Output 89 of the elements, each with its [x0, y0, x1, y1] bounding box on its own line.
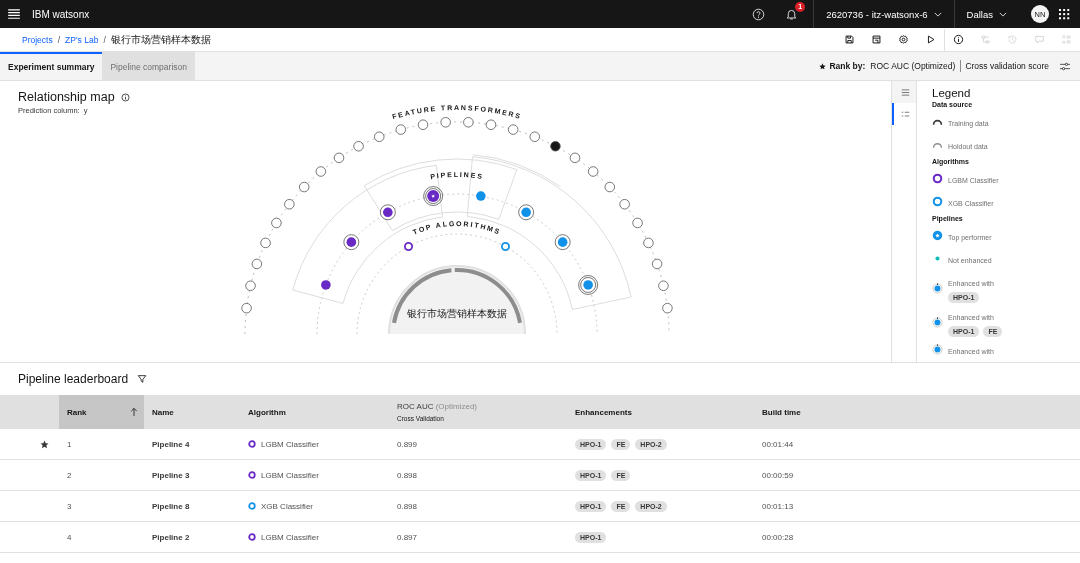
column-header[interactable]: Build time	[754, 395, 1080, 429]
transformer-node	[333, 152, 345, 164]
adjust-icon[interactable]	[1060, 61, 1070, 71]
algorithm-cell: XGB Classifier	[261, 501, 313, 511]
score-cell: 0.899	[397, 439, 418, 449]
transformer-node	[651, 258, 663, 270]
chevron-down-icon	[999, 11, 1007, 17]
section-title: Pipeline leaderboard	[18, 372, 129, 386]
legend-top-icon	[932, 229, 943, 241]
legend-enhanced-icon	[932, 316, 943, 328]
account-switcher[interactable]: 2620736 - itz-watsonx-6	[813, 0, 954, 28]
pipeline-name[interactable]: Pipeline 8	[152, 501, 190, 511]
menu-icon[interactable]	[8, 9, 20, 19]
transformer-node	[315, 166, 327, 177]
score-cell: 0.898	[397, 501, 418, 511]
transformer-node	[485, 119, 497, 130]
score-cell: 0.898	[397, 470, 418, 480]
algorithm-cell: LGBM Classifier	[261, 532, 319, 542]
algorithm-cell: LGBM Classifier	[261, 439, 319, 449]
breadcrumb-link[interactable]: ZP's Lab	[65, 34, 99, 45]
transformer-node	[271, 217, 282, 229]
transformer-node	[395, 124, 406, 135]
rank-metric: ROC AUC (Optimized)	[870, 61, 956, 71]
breadcrumb-current: 银行市场营销样本数据	[110, 32, 211, 47]
score-cell: 0.897	[397, 532, 418, 542]
bullet-list-icon	[900, 109, 910, 119]
breadcrumb-separator: /	[57, 34, 61, 45]
algorithm-cell: LGBM Classifier	[261, 470, 319, 480]
dataset-label: 银行市场营销样本数据	[407, 308, 507, 319]
transformer-node	[550, 141, 561, 152]
transformer-node	[658, 280, 669, 291]
sort-arrow-icon	[130, 407, 138, 417]
legend-xgb-icon	[932, 195, 943, 207]
section-title: Relationship map	[18, 90, 115, 104]
legend-title: Legend	[932, 87, 972, 99]
rank-cell: 3	[67, 501, 72, 511]
build-time-cell: 00:00:28	[762, 532, 794, 542]
transformer-node	[619, 199, 630, 210]
column-header[interactable]: Algorithm	[240, 395, 389, 429]
transformer-node	[245, 280, 256, 291]
transformer-node	[251, 258, 263, 270]
star-icon	[819, 62, 827, 70]
rank-cell: 2	[67, 470, 72, 480]
transformer-node	[374, 131, 385, 142]
tab[interactable]: Pipeline comparison	[102, 52, 195, 80]
transformer-node	[529, 131, 540, 142]
transformer-node	[241, 302, 252, 314]
help-icon[interactable]	[752, 7, 766, 21]
legend-enhanced-icon	[932, 282, 943, 294]
rank-by-label: Rank by:	[829, 61, 866, 71]
pipeline-name[interactable]: Pipeline 2	[152, 532, 190, 542]
legend-enhanced-icon	[932, 343, 943, 355]
region-switcher[interactable]: Dallas	[953, 0, 1019, 28]
transformer-node	[604, 181, 615, 193]
app-switcher-icon[interactable]	[1059, 8, 1070, 20]
transformer-node	[299, 181, 310, 193]
transformer-node	[417, 119, 429, 130]
column-header[interactable]: Enhancements	[567, 395, 754, 429]
transformer-node	[662, 302, 673, 314]
list-icon	[900, 87, 910, 97]
rank-score-type: Cross validation score	[965, 61, 1049, 71]
transformer-node	[284, 199, 295, 210]
breadcrumb-link[interactable]: Projects	[22, 34, 53, 45]
transformer-node	[569, 152, 581, 164]
transformer-node	[632, 217, 643, 229]
pipeline-name[interactable]: Pipeline 4	[152, 439, 190, 449]
filter-icon[interactable]	[137, 374, 148, 384]
transformer-node	[587, 166, 599, 177]
build-time-cell: 00:01:44	[762, 439, 794, 449]
breadcrumb-separator: /	[103, 34, 106, 45]
build-time-cell: 00:00:59	[762, 470, 794, 480]
rank-cell: 1	[67, 439, 72, 449]
transformer-node	[643, 237, 654, 249]
brand-name[interactable]: IBM watsonx	[32, 8, 90, 20]
column-header[interactable]: ROC AUC (Optimized)	[397, 402, 477, 411]
transformer-node	[463, 117, 474, 128]
info-icon[interactable]	[120, 92, 130, 102]
transformer-node	[353, 141, 364, 152]
column-header[interactable]: Rank	[59, 395, 144, 429]
legend-lgbm-icon	[932, 172, 943, 184]
transformer-node	[440, 117, 451, 128]
chevron-down-icon	[933, 11, 942, 17]
build-time-cell: 00:01:13	[762, 501, 794, 511]
notification-icon[interactable]	[785, 7, 799, 21]
pipeline-name[interactable]: Pipeline 3	[152, 470, 190, 480]
transformer-node	[508, 124, 519, 135]
transformer-node	[260, 237, 271, 249]
rank-cell: 4	[67, 532, 72, 542]
column-header[interactable]: Name	[144, 395, 240, 429]
